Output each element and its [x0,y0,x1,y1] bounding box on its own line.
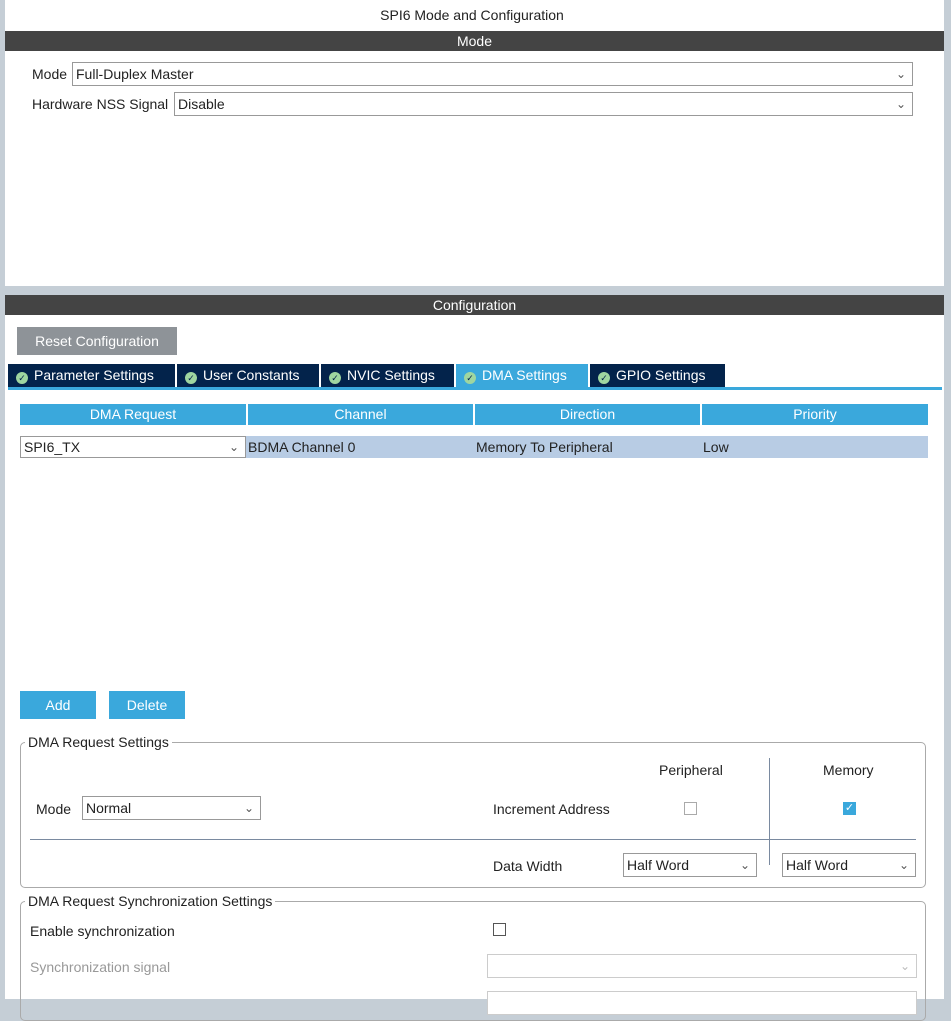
peripheral-increment-checkbox[interactable] [684,802,697,815]
column-header: DMA Request [20,404,246,425]
check-circle-icon: ✓ [464,372,476,384]
column-header: Priority [702,404,928,425]
enable-sync-checkbox[interactable] [493,923,506,936]
mode-label: Mode [32,66,68,82]
sync-next-field[interactable] [487,991,917,1015]
check-circle-icon: ✓ [185,372,197,384]
dma-request-select[interactable]: SPI6_TX ⌄ [20,436,246,458]
tab-label: User Constants [203,367,300,383]
chevron-down-icon: ⌄ [898,858,909,872]
check-circle-icon: ✓ [329,372,341,384]
mode-value: Full-Duplex Master [76,66,194,82]
enable-sync-label: Enable synchronization [30,923,175,939]
tab-label: GPIO Settings [616,367,706,383]
nss-select[interactable]: Disable ⌄ [174,92,913,116]
chevron-down-icon: ⌄ [739,858,750,872]
tab-label: Parameter Settings [34,367,154,383]
chevron-down-icon: ⌄ [895,67,906,81]
peripheral-width-select[interactable]: Half Word ⌄ [623,853,757,877]
tab-label: DMA Settings [482,367,567,383]
chevron-down-icon: ⌄ [899,959,910,973]
nss-value: Disable [178,96,225,112]
peripheral-width-value: Half Word [627,857,689,873]
priority-cell: Low [701,436,927,458]
chevron-down-icon: ⌄ [228,440,239,454]
reset-configuration-button[interactable]: Reset Configuration [17,327,177,355]
vertical-divider [769,758,770,865]
direction-cell: Memory To Peripheral [474,436,700,458]
dma-mode-label: Mode [36,801,72,817]
tab-nvic-settings[interactable]: ✓ NVIC Settings [321,364,454,387]
chevron-down-icon: ⌄ [895,97,906,111]
config-header: Configuration [5,295,944,315]
memory-width-value: Half Word [786,857,848,873]
dma-mode-value: Normal [86,800,132,816]
tab-label: NVIC Settings [347,367,435,383]
nss-label: Hardware NSS Signal [32,96,169,112]
mode-header: Mode [5,31,944,51]
horizontal-divider [30,839,916,840]
dma-mode-select[interactable]: Normal ⌄ [82,796,261,820]
tab-underline [8,387,942,390]
window-title: SPI6 Mode and Configuration [380,7,564,23]
channel-cell: BDMA Channel 0 [246,436,472,458]
tab-dma-settings[interactable]: ✓ DMA Settings [456,364,588,387]
tab-parameter-settings[interactable]: ✓ Parameter Settings [8,364,175,387]
memory-increment-checkbox[interactable]: ✓ [843,802,856,815]
check-circle-icon: ✓ [598,372,610,384]
group-title: DMA Request Synchronization Settings [25,893,276,909]
dma-request-value: SPI6_TX [24,439,81,455]
tab-user-constants[interactable]: ✓ User Constants [177,364,319,387]
delete-button[interactable]: Delete [109,691,185,719]
increment-address-label: Increment Address [493,801,610,817]
chevron-down-icon: ⌄ [243,801,254,815]
sync-signal-select[interactable]: ⌄ [487,954,917,978]
data-width-label: Data Width [493,858,563,874]
tab-gpio-settings[interactable]: ✓ GPIO Settings [590,364,725,387]
group-title: DMA Request Settings [25,734,172,750]
memory-label: Memory [823,762,874,778]
peripheral-label: Peripheral [659,762,723,778]
check-circle-icon: ✓ [16,372,28,384]
mode-select[interactable]: Full-Duplex Master ⌄ [72,62,913,86]
column-header: Channel [248,404,473,425]
add-button[interactable]: Add [20,691,96,719]
memory-width-select[interactable]: Half Word ⌄ [782,853,916,877]
sync-signal-label: Synchronization signal [30,959,171,975]
column-header: Direction [475,404,700,425]
